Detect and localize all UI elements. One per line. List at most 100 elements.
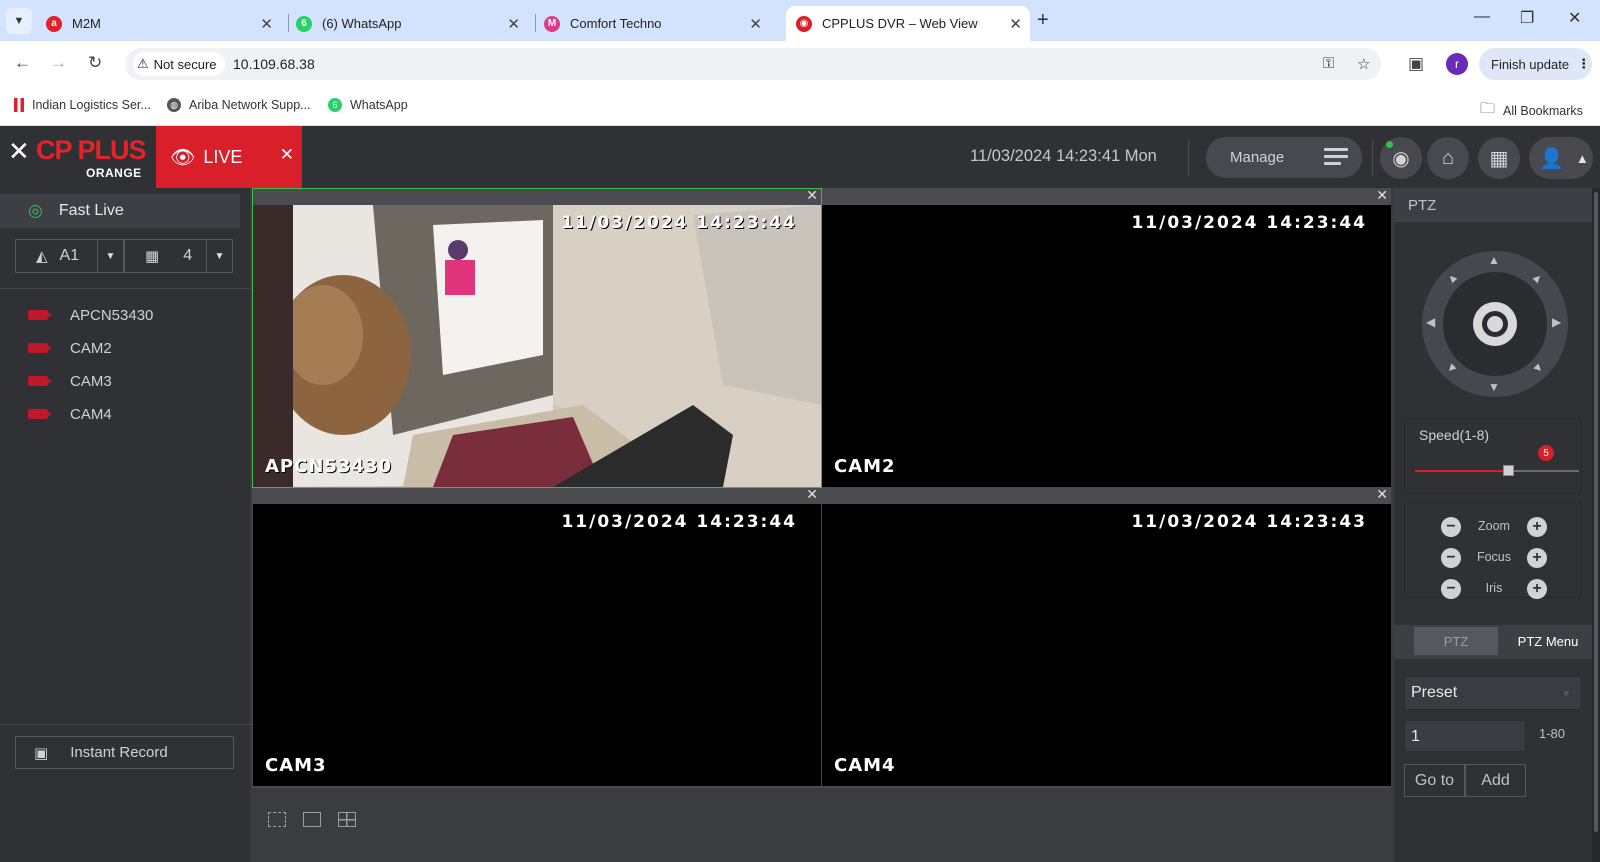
back-icon[interactable]: ← bbox=[14, 53, 31, 73]
instant-record-button[interactable]: ▣ Instant Record bbox=[15, 736, 234, 769]
security-chip[interactable]: ⚠ Not secure bbox=[133, 52, 225, 76]
single-view-icon[interactable] bbox=[303, 812, 321, 827]
omnibox[interactable]: ⚠ Not secure 10.109.68.38 ⚿ ☆ bbox=[125, 48, 1381, 80]
arrow-up-right-icon[interactable]: ▲ bbox=[1529, 269, 1547, 287]
tab-search-button[interactable]: ▼ bbox=[6, 8, 32, 34]
side-panel-icon[interactable]: ▣ bbox=[1408, 54, 1424, 74]
quad-view-icon[interactable] bbox=[338, 812, 356, 827]
camera-name: APCN53430 bbox=[70, 306, 154, 324]
camera-feed[interactable]: 11/03/2024 14:23:44 CAM3 bbox=[253, 504, 821, 786]
preset-number-input[interactable]: 1 bbox=[1404, 720, 1526, 752]
live-view-button[interactable]: ◉ bbox=[1380, 137, 1422, 179]
ptz-joystick[interactable]: ▲ ▼ ◀ ▶ ▲ ▲ ▼ ▼ bbox=[1422, 251, 1568, 397]
video-cell-2[interactable]: ✕ 11/03/2024 14:23:44 CAM2 bbox=[822, 187, 1391, 487]
chevron-up-icon: ▲ bbox=[1575, 150, 1589, 166]
tab-title: Comfort Techno bbox=[570, 16, 662, 31]
bookmark-indian-logistics[interactable]: Indian Logistics Ser... bbox=[14, 98, 151, 112]
focus-label: Focus bbox=[1476, 550, 1512, 564]
stream-icon: ◭ bbox=[36, 248, 48, 265]
camera-icon bbox=[28, 310, 52, 320]
close-tab-icon[interactable]: ✕ bbox=[749, 15, 762, 33]
close-tab-icon[interactable]: ✕ bbox=[1009, 15, 1022, 33]
camera-feed[interactable]: 11/03/2024 14:23:43 CAM4 bbox=[822, 504, 1391, 786]
live-tab[interactable]: 👁 LIVE ✕ bbox=[156, 126, 302, 188]
comfort-favicon-icon: M bbox=[544, 15, 560, 32]
bookmarks-bar: Indian Logistics Ser... ◍ Ariba Network … bbox=[0, 87, 1600, 126]
goto-preset-button[interactable]: Go to bbox=[1404, 764, 1465, 797]
camera-overlay-name: APCN53430 bbox=[265, 456, 393, 477]
fast-live-toggle[interactable]: ◎ Fast Live bbox=[0, 194, 240, 228]
arrow-down-right-icon[interactable]: ▼ bbox=[1529, 359, 1547, 377]
user-menu-button[interactable]: 👤 ▲ bbox=[1529, 137, 1593, 179]
ptz-scrollbar[interactable] bbox=[1592, 188, 1600, 862]
arrow-right-icon[interactable]: ▶ bbox=[1552, 315, 1561, 329]
home-button[interactable]: ⌂ bbox=[1427, 137, 1469, 179]
camera-overlay-name: CAM3 bbox=[265, 755, 327, 776]
preset-select[interactable]: Preset ▼ bbox=[1404, 676, 1582, 710]
camera-list-item[interactable]: APCN53430 bbox=[28, 304, 153, 326]
tab-m2m[interactable]: a M2M ✕ bbox=[46, 6, 281, 41]
add-preset-button[interactable]: Add bbox=[1465, 764, 1526, 797]
bookmark-whatsapp[interactable]: 6 WhatsApp bbox=[328, 98, 408, 112]
speed-slider-handle[interactable] bbox=[1503, 465, 1515, 476]
minimize-button[interactable]: — bbox=[1474, 8, 1490, 26]
whatsapp-icon: 6 bbox=[328, 98, 342, 112]
all-bookmarks[interactable]: 🗀 All Bookmarks bbox=[1480, 98, 1583, 123]
key-icon[interactable]: ⚿ bbox=[1323, 55, 1334, 72]
camera-list-item[interactable]: CAM3 bbox=[28, 370, 112, 392]
video-cell-4[interactable]: ✕ 11/03/2024 14:23:43 CAM4 bbox=[822, 486, 1391, 786]
restore-button[interactable]: ❐ bbox=[1520, 8, 1534, 28]
video-cell-1[interactable]: ✕ 11/03/2024 14:23:44 APCN53430 bbox=[252, 187, 822, 488]
cpplus-favicon-icon: ◉ bbox=[796, 15, 812, 32]
close-tab-icon[interactable]: ✕ bbox=[260, 15, 273, 33]
camera-feed[interactable]: 11/03/2024 14:23:44 APCN53430 bbox=[253, 205, 821, 487]
camera-timestamp: 11/03/2024 14:23:44 bbox=[561, 213, 797, 233]
close-icon[interactable]: ✕ bbox=[806, 486, 818, 503]
dropdown-icon[interactable]: ▼ bbox=[206, 240, 232, 272]
close-window-button[interactable]: ✕ bbox=[1568, 8, 1581, 28]
star-icon[interactable]: ☆ bbox=[1357, 55, 1370, 73]
close-icon[interactable]: ✕ bbox=[1376, 486, 1388, 503]
iris-plus-button[interactable]: + bbox=[1527, 579, 1547, 599]
layout-select[interactable]: ▦ 4 ▼ bbox=[124, 239, 233, 273]
arrow-down-icon[interactable]: ▼ bbox=[1488, 380, 1500, 394]
manage-button[interactable]: Manage bbox=[1206, 137, 1362, 178]
dvr-app: ✕ CP PLUS ORANGE 👁 LIVE ✕ 11/03/2024 14:… bbox=[0, 126, 1600, 862]
finish-update-button[interactable]: Finish update ⋮ bbox=[1479, 48, 1592, 80]
tab-comfort-techno[interactable]: M Comfort Techno ✕ bbox=[544, 6, 770, 41]
tab-whatsapp[interactable]: 6 (6) WhatsApp ✕ bbox=[296, 6, 528, 41]
zoom-in-button[interactable]: + bbox=[1527, 517, 1547, 537]
close-tab-icon[interactable]: ✕ bbox=[507, 15, 520, 33]
forward-icon[interactable]: → bbox=[50, 53, 67, 73]
arrow-left-icon[interactable]: ◀ bbox=[1426, 315, 1435, 329]
arrow-up-left-icon[interactable]: ▲ bbox=[1443, 269, 1461, 287]
close-icon[interactable]: ✕ bbox=[806, 187, 818, 204]
all-bookmarks-label: All Bookmarks bbox=[1503, 103, 1583, 118]
dropdown-icon[interactable]: ▼ bbox=[97, 240, 123, 272]
bookmark-ariba[interactable]: ◍ Ariba Network Supp... bbox=[167, 98, 311, 112]
camera-list-item[interactable]: CAM4 bbox=[28, 403, 112, 425]
qr-code-button[interactable]: ▦ bbox=[1478, 137, 1520, 179]
lens-controls: − Zoom + − Focus + − Iris + bbox=[1404, 502, 1582, 599]
url-text[interactable]: 10.109.68.38 bbox=[233, 56, 315, 72]
stream-select[interactable]: ◭ A1 ▼ bbox=[15, 239, 124, 273]
focus-plus-button[interactable]: + bbox=[1527, 548, 1547, 568]
camera-overlay-name: CAM4 bbox=[834, 755, 896, 776]
new-tab-button[interactable]: + bbox=[1037, 9, 1049, 32]
tab-cpplus-dvr[interactable]: ◉ CPPLUS DVR – Web View ✕ bbox=[786, 6, 1030, 41]
eye-icon: 👁 bbox=[170, 146, 196, 169]
camera-list-item[interactable]: CAM2 bbox=[28, 337, 112, 359]
camera-timestamp: 11/03/2024 14:23:43 bbox=[1131, 512, 1367, 532]
profile-avatar[interactable]: r bbox=[1446, 53, 1468, 75]
camera-feed[interactable]: 11/03/2024 14:23:44 CAM2 bbox=[822, 205, 1391, 487]
reload-icon[interactable]: ↻ bbox=[88, 53, 102, 73]
tab-ptz[interactable]: PTZ bbox=[1414, 627, 1498, 655]
globe-icon: ◍ bbox=[167, 98, 181, 112]
tab-ptz-menu[interactable]: PTZ Menu bbox=[1506, 627, 1590, 655]
close-live-tab-icon[interactable]: ✕ bbox=[280, 145, 294, 165]
close-icon[interactable]: ✕ bbox=[1376, 187, 1388, 204]
fullscreen-icon[interactable] bbox=[268, 812, 286, 827]
joystick-center[interactable] bbox=[1473, 302, 1517, 346]
video-cell-3[interactable]: ✕ 11/03/2024 14:23:44 CAM3 bbox=[253, 486, 821, 786]
arrow-up-icon[interactable]: ▲ bbox=[1488, 253, 1500, 267]
